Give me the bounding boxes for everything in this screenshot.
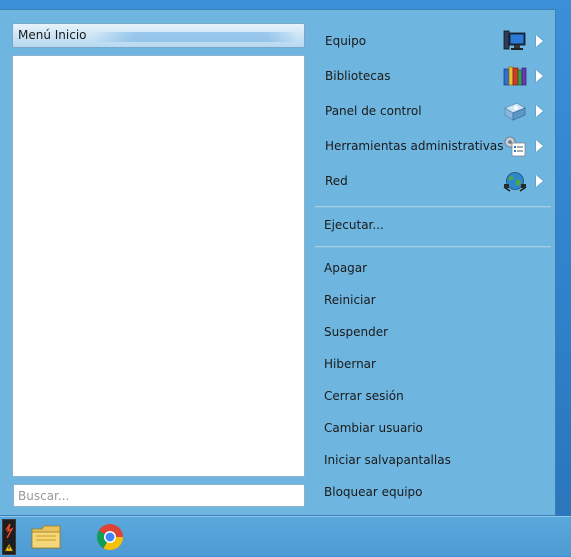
start-menu-right-pane: Equipo Bibliotecas Panel de control Herr…	[313, 10, 553, 515]
network-icon	[503, 170, 527, 192]
folder-icon	[31, 525, 61, 549]
nav-item-label: Equipo	[325, 34, 367, 48]
title-bar-gloss	[93, 32, 298, 42]
submenu-arrow-icon	[536, 175, 543, 187]
nav-item-red[interactable]: Red	[313, 166, 547, 196]
admin-tools-icon	[503, 135, 527, 157]
nav-item-herramientas-administrativas[interactable]: Herramientas administrativas	[313, 131, 547, 161]
search-input[interactable]	[13, 484, 305, 507]
suspend-button[interactable]: Suspender	[324, 322, 388, 342]
chrome-taskbar-button[interactable]	[95, 522, 125, 552]
submenu-arrow-icon	[536, 140, 543, 152]
start-orb-icon	[4, 523, 14, 552]
libraries-icon	[503, 65, 527, 87]
shutdown-button[interactable]: Apagar	[324, 258, 367, 278]
computer-icon	[503, 30, 527, 52]
chrome-icon	[96, 524, 124, 551]
submenu-arrow-icon	[536, 35, 543, 47]
submenu-arrow-icon	[536, 70, 543, 82]
nav-item-label: Panel de control	[325, 104, 422, 118]
nav-item-label: Herramientas administrativas	[325, 139, 504, 153]
separator	[315, 206, 551, 208]
run-button[interactable]: Ejecutar...	[324, 215, 384, 235]
nav-item-bibliotecas[interactable]: Bibliotecas	[313, 61, 547, 91]
switch-user-button[interactable]: Cambiar usuario	[324, 418, 423, 438]
lock-computer-button[interactable]: Bloquear equipo	[324, 482, 423, 502]
program-list[interactable]	[12, 55, 305, 477]
control-panel-icon	[503, 100, 527, 122]
start-screensaver-button[interactable]: Iniciar salvapantallas	[324, 450, 451, 470]
start-menu: Menú Inicio Equipo Bibliotecas	[0, 9, 556, 516]
start-menu-title: Menú Inicio	[18, 28, 87, 42]
start-menu-title-bar: Menú Inicio	[12, 23, 305, 48]
restart-button[interactable]: Reiniciar	[324, 290, 376, 310]
separator	[315, 246, 551, 248]
submenu-arrow-icon	[536, 105, 543, 117]
nav-item-panel-de-control[interactable]: Panel de control	[313, 96, 547, 126]
taskbar	[0, 516, 571, 556]
hibernate-button[interactable]: Hibernar	[324, 354, 376, 374]
start-button[interactable]	[2, 519, 16, 555]
nav-item-label: Red	[325, 174, 348, 188]
log-off-button[interactable]: Cerrar sesión	[324, 386, 404, 406]
file-explorer-taskbar-button[interactable]	[30, 522, 64, 552]
nav-item-label: Bibliotecas	[325, 69, 391, 83]
nav-item-equipo[interactable]: Equipo	[313, 26, 547, 56]
